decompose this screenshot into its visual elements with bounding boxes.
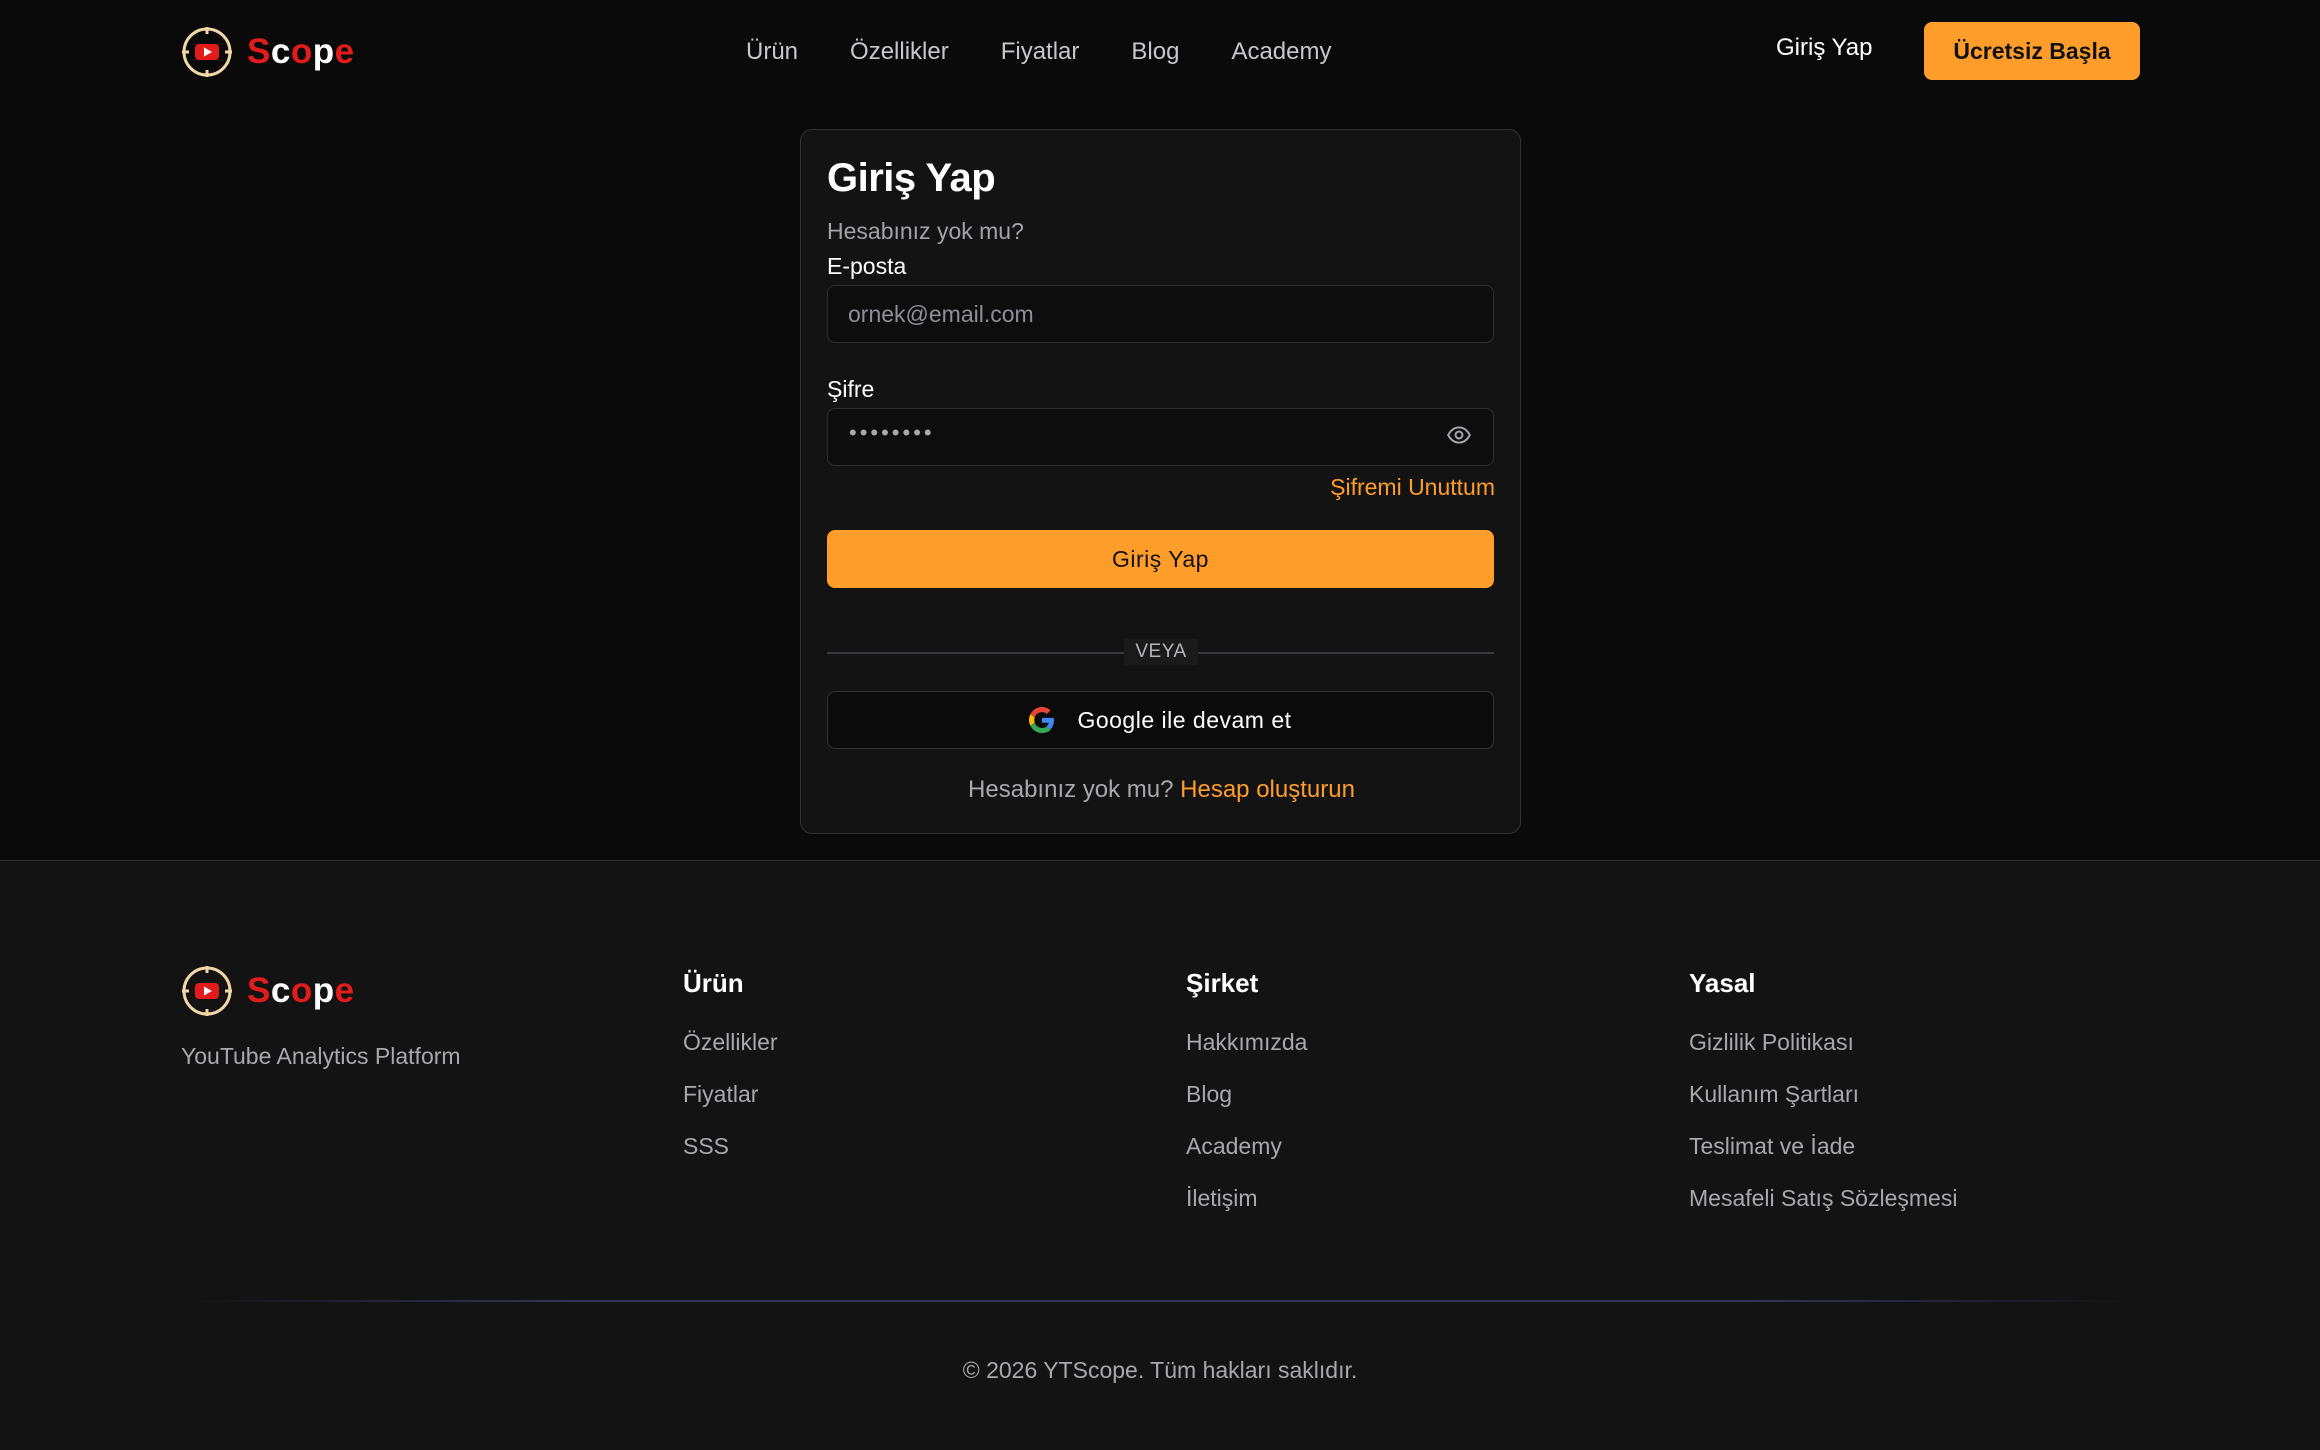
signup-prompt: Hesabınız yok mu? Hesap oluşturun — [801, 776, 1522, 804]
footer-logo-wordmark: Scope — [247, 971, 355, 1011]
site-footer: Scope YouTube Analytics Platform Ürün Öz… — [0, 860, 2320, 1450]
footer-column-title: Yasal — [1689, 968, 1756, 998]
copyright-text: © 2026 YTScope. Tüm hakları saklıdır. — [962, 1357, 1358, 1383]
google-signin-button[interactable]: Google ile devam et — [827, 691, 1494, 749]
email-field[interactable] — [827, 285, 1494, 343]
start-free-button[interactable]: Ücretsiz Başla — [1924, 22, 2140, 80]
logo-letter: e — [334, 32, 355, 71]
login-submit-button[interactable]: Giriş Yap — [827, 530, 1494, 588]
logo-letter: S — [247, 32, 271, 71]
footer-column-yasal: Yasal Gizlilik Politikası Kullanım Şartl… — [1689, 968, 1957, 1237]
password-label: Şifre — [827, 376, 875, 402]
nav-item-urun[interactable]: Ürün — [746, 38, 798, 66]
google-button-label: Google ile devam et — [1077, 706, 1292, 733]
login-subtitle: Hesabınız yok mu? — [827, 218, 1024, 244]
nav-item-blog[interactable]: Blog — [1131, 38, 1179, 66]
eye-icon — [1447, 426, 1471, 444]
google-icon — [1029, 707, 1055, 733]
logo-letter: o — [290, 971, 313, 1010]
logo-letter: p — [312, 32, 335, 71]
footer-link-delivery-returns[interactable]: Teslimat ve İade — [1689, 1133, 1957, 1160]
forgot-password-link[interactable]: Şifremi Unuttum — [1330, 474, 1495, 501]
nav-item-ozellikler[interactable]: Özellikler — [850, 38, 949, 66]
scope-logo-icon — [182, 966, 232, 1016]
nav-item-fiyatlar[interactable]: Fiyatlar — [1001, 38, 1080, 66]
logo-wordmark: Scope — [247, 32, 355, 72]
signup-prompt-text: Hesabınız yok mu? — [968, 776, 1181, 803]
main-nav: Ürün Özellikler Fiyatlar Blog Academy — [746, 0, 1332, 104]
footer-column-sirket: Şirket Hakkımızda Blog Academy İletişim — [1186, 968, 1307, 1237]
logo-link[interactable]: Scope — [181, 26, 355, 78]
logo-letter: c — [270, 32, 291, 71]
logo-letter: c — [270, 971, 291, 1010]
login-card: Giriş Yap Hesabınız yok mu? E-posta Şifr… — [800, 129, 1521, 834]
scope-logo-icon — [182, 27, 232, 77]
footer-link-terms[interactable]: Kullanım Şartları — [1689, 1081, 1957, 1108]
show-password-button[interactable] — [1442, 418, 1476, 452]
logo-letter: S — [247, 971, 271, 1010]
footer-divider — [181, 1300, 2139, 1302]
login-title: Giriş Yap — [827, 156, 996, 200]
footer-link-distance-sales[interactable]: Mesafeli Satış Sözleşmesi — [1689, 1185, 1957, 1212]
footer-link-privacy[interactable]: Gizlilik Politikası — [1689, 1029, 1957, 1056]
site-header: Scope Ürün Özellikler Fiyatlar Blog Acad… — [0, 0, 2320, 104]
footer-link-hakkimizda[interactable]: Hakkımızda — [1186, 1029, 1307, 1056]
password-field[interactable] — [827, 408, 1494, 466]
email-label: E-posta — [827, 253, 907, 279]
logo-letter: o — [290, 32, 313, 71]
footer-link-iletisim[interactable]: İletişim — [1186, 1185, 1307, 1212]
create-account-link[interactable]: Hesap oluşturun — [1180, 776, 1355, 803]
footer-link-blog[interactable]: Blog — [1186, 1081, 1307, 1108]
footer-column-urun: Ürün Özellikler Fiyatlar SSS — [683, 968, 778, 1185]
divider-label: VEYA — [1124, 639, 1198, 665]
footer-link-ozellikler[interactable]: Özellikler — [683, 1029, 778, 1056]
footer-column-title: Şirket — [1186, 968, 1259, 998]
footer-link-fiyatlar[interactable]: Fiyatlar — [683, 1081, 778, 1108]
nav-item-academy[interactable]: Academy — [1231, 38, 1331, 66]
footer-link-sss[interactable]: SSS — [683, 1133, 778, 1160]
footer-column-title: Ürün — [683, 968, 744, 998]
logo-letter: e — [334, 971, 355, 1010]
footer-logo-link[interactable]: Scope — [181, 965, 355, 1017]
header-login-link[interactable]: Giriş Yap — [1776, 34, 1872, 62]
footer-link-academy[interactable]: Academy — [1186, 1133, 1307, 1160]
logo-letter: p — [312, 971, 335, 1010]
footer-tagline: YouTube Analytics Platform — [181, 1043, 461, 1069]
